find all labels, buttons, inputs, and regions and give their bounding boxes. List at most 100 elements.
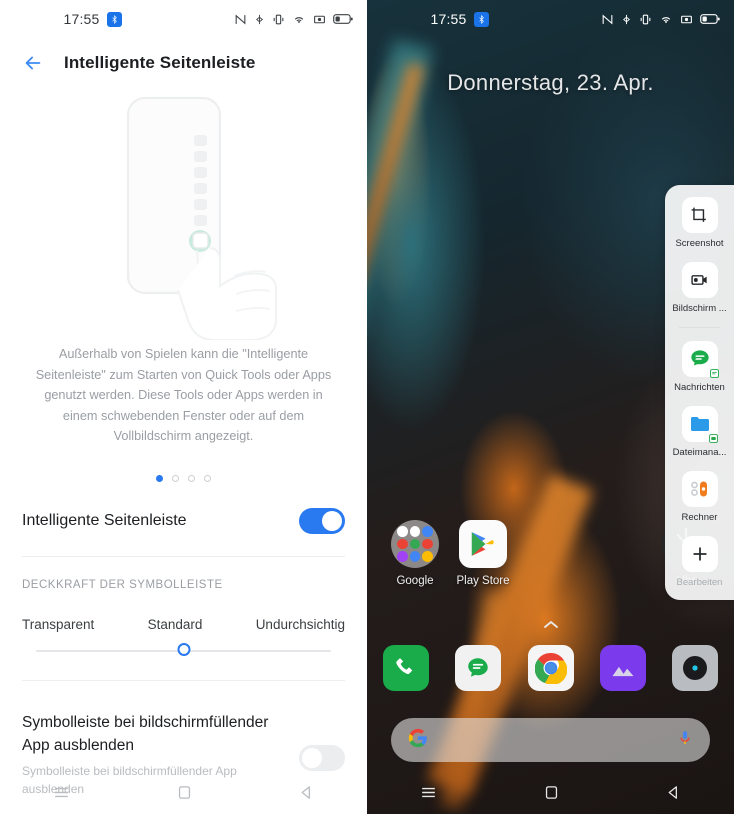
calculator-icon[interactable]	[681, 471, 718, 507]
square-home-icon[interactable]	[543, 784, 560, 806]
statusbar-left-group: 17:55	[64, 11, 122, 27]
pager-dot-1[interactable]	[156, 474, 163, 482]
sidebar-item-screenshot[interactable]: Screenshot	[665, 197, 734, 249]
chevron-up-icon[interactable]	[367, 617, 734, 632]
mini-podcasts-icon	[397, 551, 408, 562]
sidebar-item-label: Rechner	[681, 512, 718, 523]
nfc-icon	[601, 13, 614, 26]
settings-titlebar: Intelligente Seitenleiste	[0, 38, 367, 90]
square-home-icon[interactable]	[176, 784, 193, 806]
opacity-slider[interactable]	[0, 632, 367, 656]
sidebar-item-edit[interactable]: Bearbeiten	[665, 536, 734, 588]
mini-keep-icon	[422, 551, 433, 562]
app-play-store[interactable]: Play Store	[449, 520, 517, 587]
nfc-icon	[234, 13, 247, 26]
messages-icon[interactable]	[455, 645, 502, 691]
settings-navbar[interactable]	[0, 776, 367, 814]
bluetooth-badge-icon	[473, 11, 489, 27]
settings-statusbar: 17:55	[0, 0, 367, 38]
opacity-label-opaque: Undurchsichtig	[255, 616, 345, 632]
sidebar-item-label: Screenshot	[675, 238, 724, 249]
vibrate-icon	[639, 13, 652, 26]
sidebar-item-label: Bildschirm ...	[672, 303, 727, 314]
google-folder-icon[interactable]	[391, 520, 439, 568]
messages-app-icon[interactable]	[681, 341, 719, 378]
chrome-icon[interactable]	[527, 645, 574, 691]
bluetooth-icon	[254, 13, 265, 26]
menu-icon[interactable]	[419, 783, 438, 807]
smart-sidebar-panel[interactable]: Screenshot Bildschirm ... Nachrichten Da…	[665, 185, 734, 600]
opacity-section-header: DECKKRAFT DER SYMBOLLEISTE	[22, 578, 223, 591]
slider-thumb[interactable]	[177, 642, 190, 656]
statusbar-right-group	[234, 13, 353, 26]
toggle-knob	[302, 747, 322, 768]
home-statusbar: 17:55	[367, 0, 734, 38]
dock	[367, 645, 734, 691]
opacity-label-standard: Standard	[147, 616, 203, 632]
statusbar-clock: 17:55	[63, 11, 100, 27]
page-title: Intelligente Seitenleiste	[64, 53, 256, 72]
app-google-folder[interactable]: Google	[381, 520, 449, 587]
google-g-icon	[407, 727, 429, 754]
statusbar-right-group	[601, 13, 720, 26]
smart-sidebar-toggle[interactable]	[299, 507, 345, 534]
sidebar-item-calculator[interactable]: Rechner	[665, 471, 734, 523]
sidebar-item-messages[interactable]: Nachrichten	[665, 341, 734, 393]
back-arrow-icon[interactable]	[22, 52, 44, 74]
mini-google-icon	[397, 526, 408, 537]
phone-sidebar-hand-illustration	[0, 90, 367, 340]
photos-icon[interactable]	[599, 645, 646, 691]
statusbar-clock: 17:55	[430, 11, 467, 27]
app-label: Google	[396, 575, 434, 587]
hide-toolbar-toggle[interactable]	[299, 744, 345, 771]
sidebar-item-label: Dateimana...	[672, 447, 727, 458]
cast-icon	[313, 13, 326, 26]
wifi-icon	[292, 13, 306, 26]
google-search-bar[interactable]	[391, 718, 710, 762]
file-manager-icon[interactable]	[681, 406, 718, 443]
sidebar-divider	[679, 327, 720, 328]
date-widget[interactable]: Donnerstag, 23. Apr.	[367, 70, 734, 96]
bluetooth-badge-icon	[106, 11, 122, 27]
sidebar-item-label: Bearbeiten	[676, 577, 723, 588]
hide-toolbar-title: Symbolleiste bei bildschirmfüllender App…	[22, 713, 269, 754]
plus-icon[interactable]	[681, 536, 718, 572]
wifi-icon	[659, 13, 673, 26]
bluetooth-icon	[621, 13, 632, 26]
mini-photos-icon	[422, 538, 433, 550]
phone-icon[interactable]	[383, 645, 429, 691]
menu-icon[interactable]	[52, 783, 71, 807]
sidebar-item-screen-record[interactable]: Bildschirm ...	[665, 262, 734, 314]
settings-screen: 17:55 Intelligente Seitenleiste Außerhal…	[0, 0, 367, 814]
cast-icon	[680, 13, 693, 26]
battery-icon	[700, 13, 720, 25]
sidebar-item-label: Nachrichten	[674, 382, 725, 393]
mini-drive-icon	[409, 538, 421, 550]
toggle-knob	[322, 510, 342, 531]
triangle-back-icon[interactable]	[665, 784, 682, 806]
vibrate-icon	[272, 13, 285, 26]
screenshot-crop-icon[interactable]	[681, 197, 718, 233]
statusbar-left-group: 17:55	[431, 11, 489, 27]
smart-sidebar-toggle-row[interactable]: Intelligente Seitenleiste	[0, 482, 367, 556]
pager-dot-3[interactable]	[188, 474, 195, 482]
mini-youtube-icon	[397, 538, 408, 550]
mini-maps-icon	[422, 526, 433, 537]
microphone-icon[interactable]	[676, 729, 694, 752]
home-navbar[interactable]	[367, 776, 734, 814]
mini-gmail-icon	[409, 526, 421, 537]
opacity-label-transparent: Transparent	[22, 616, 95, 632]
pager-dots[interactable]	[0, 474, 367, 482]
triangle-back-icon[interactable]	[298, 784, 315, 806]
screen-record-icon[interactable]	[681, 262, 718, 298]
sidebar-item-file-manager[interactable]: Dateimana...	[665, 406, 734, 458]
battery-icon	[333, 13, 353, 25]
app-label: Play Store	[456, 575, 510, 587]
camera-icon[interactable]	[672, 645, 718, 691]
pager-dot-2[interactable]	[172, 474, 179, 482]
smart-sidebar-toggle-label: Intelligente Seitenleiste	[22, 511, 187, 529]
feature-description: Außerhalb von Spielen kann die "Intellig…	[35, 347, 332, 443]
pager-dot-4[interactable]	[204, 474, 211, 482]
play-store-icon[interactable]	[459, 520, 507, 568]
opacity-slider-labels: Transparent Standard Undurchsichtig	[0, 591, 367, 632]
